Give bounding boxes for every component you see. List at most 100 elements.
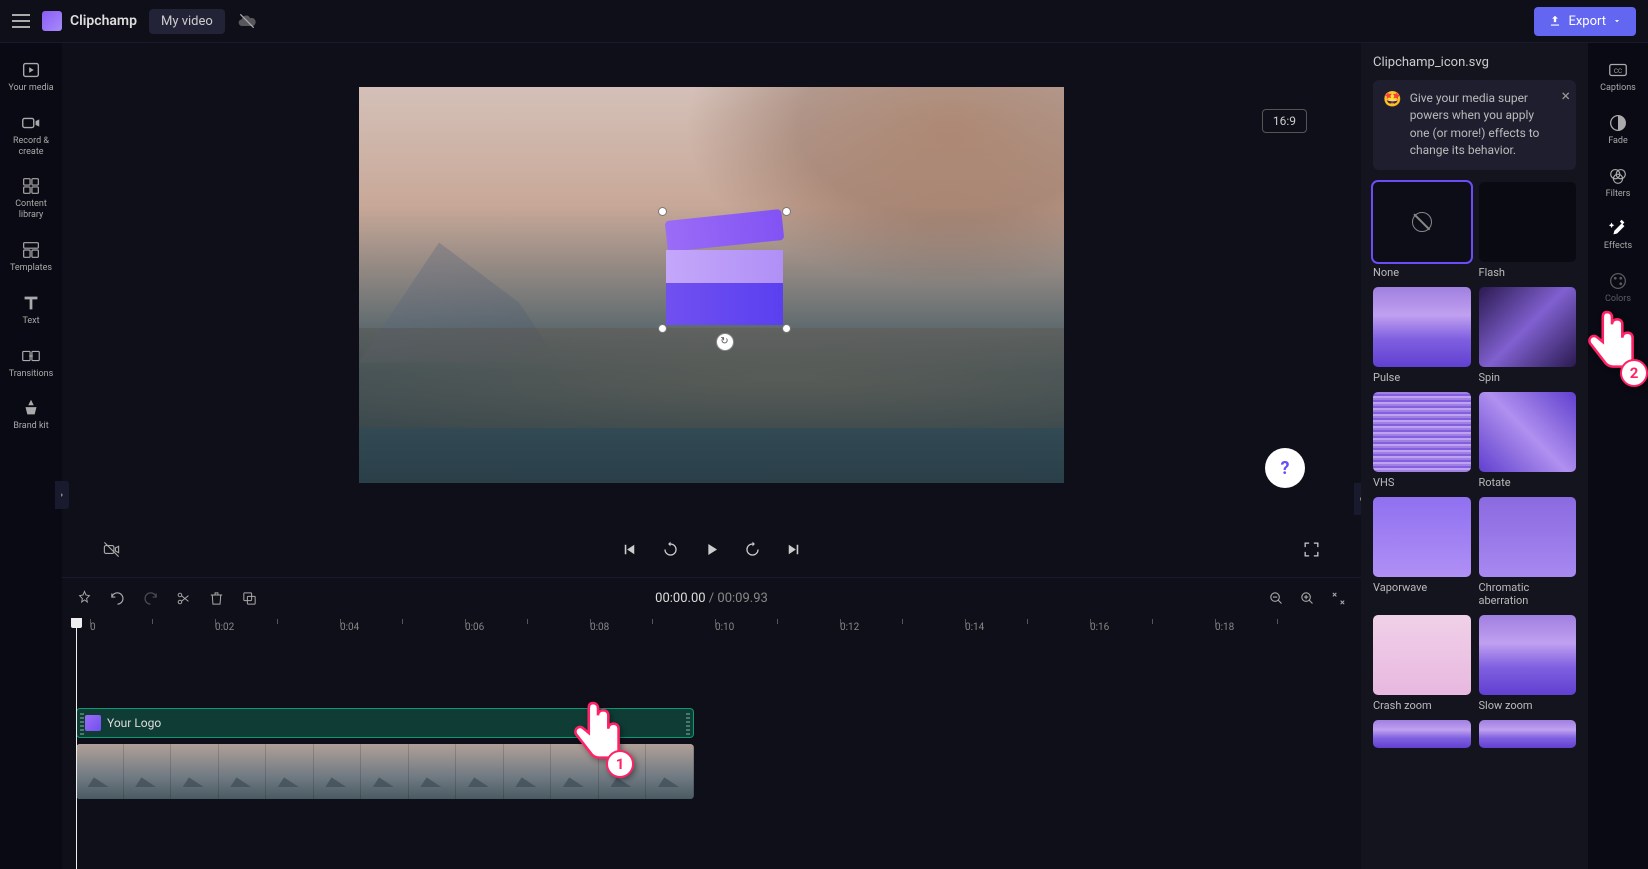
svg-text:CC: CC [1614, 67, 1622, 75]
timeline-toolbar: 00:00.00 / 00:09.93 [62, 578, 1361, 618]
tip-emoji-icon: 🤩 [1383, 90, 1402, 160]
preview-area: 16:9 [62, 43, 1361, 526]
ruler-tick: 0:06 [465, 622, 484, 633]
effect-label: None [1373, 266, 1471, 279]
delete-icon[interactable] [208, 590, 225, 607]
nav-templates[interactable]: Templates [0, 233, 62, 280]
video-name-field[interactable]: My video [149, 9, 225, 34]
effect-thumb [1479, 392, 1577, 472]
zoom-fit-icon[interactable] [1330, 590, 1347, 607]
selected-file-name: Clipchamp_icon.svg [1373, 55, 1576, 70]
effect-thumb [1373, 615, 1471, 695]
close-tip-button[interactable]: × [1561, 86, 1570, 105]
nav-text[interactable]: Text [0, 286, 62, 333]
nav-your-media[interactable]: Your media [0, 53, 62, 100]
ruler-tick: 0:04 [340, 622, 359, 633]
timecode: 00:00.00 / 00:09.93 [655, 591, 768, 606]
aspect-ratio-badge[interactable]: 16:9 [1262, 109, 1307, 133]
selection-handles[interactable] [662, 211, 787, 329]
effect-thumb [1373, 392, 1471, 472]
forward-button[interactable] [743, 540, 762, 559]
effect-chromatic-aberration[interactable]: Chromatic aberration [1479, 497, 1577, 607]
effects-grid: None Flash Pulse Spin VHS Rotate Vaporwave Chro… [1373, 182, 1576, 752]
effect-none[interactable]: None [1373, 182, 1471, 279]
nav-transitions[interactable]: Transitions [0, 339, 62, 386]
effect-label: Pulse [1373, 371, 1471, 384]
ruler-tick: 0:02 [215, 622, 234, 633]
effect-label: Flash [1479, 266, 1577, 279]
rtab-filters[interactable]: Filters [1588, 159, 1648, 206]
fullscreen-icon[interactable] [1302, 540, 1321, 559]
export-label: Export [1568, 14, 1606, 29]
zoom-in-icon[interactable] [1299, 590, 1316, 607]
effect-more[interactable] [1373, 720, 1471, 752]
effect-pulse[interactable]: Pulse [1373, 287, 1471, 384]
effect-thumb [1373, 497, 1471, 577]
prev-button[interactable] [620, 540, 639, 559]
effect-crash-zoom[interactable]: Crash zoom [1373, 615, 1471, 712]
ruler-tick: 0:10 [715, 622, 734, 633]
tracks-area[interactable]: 00:020:040:060:080:100:120:140:160:18 Yo… [62, 618, 1361, 869]
split-icon[interactable] [175, 590, 192, 607]
effect-rotate[interactable]: Rotate [1479, 392, 1577, 489]
menu-icon[interactable] [12, 14, 30, 28]
effect-label: Spin [1479, 371, 1577, 384]
top-bar: Clipchamp My video Export [0, 0, 1648, 43]
effect-thumb [1479, 497, 1577, 577]
nav-record-create[interactable]: Record & create [0, 106, 62, 164]
effect-more[interactable] [1479, 720, 1577, 752]
effect-thumb [1479, 287, 1577, 367]
logo-icon [42, 11, 62, 31]
effect-thumb [1373, 287, 1471, 367]
ruler-tick: 0:18 [1215, 622, 1234, 633]
effect-label: Rotate [1479, 476, 1577, 489]
undo-icon[interactable] [109, 590, 126, 607]
help-button[interactable]: ? [1265, 448, 1305, 488]
next-button[interactable] [784, 540, 803, 559]
clip-logo-icon [85, 715, 101, 731]
upload-icon [1548, 14, 1562, 28]
ruler-tick: 0:12 [840, 622, 859, 633]
rewind-button[interactable] [661, 540, 680, 559]
rtab-captions[interactable]: CCCaptions [1588, 53, 1648, 100]
rtab-colors[interactable]: Colors [1588, 264, 1648, 311]
play-button[interactable] [702, 540, 721, 559]
ruler-tick: 0 [90, 622, 96, 633]
auto-icon[interactable] [76, 590, 93, 607]
time-ruler[interactable]: 00:020:040:060:080:100:120:140:160:18 [90, 622, 1347, 648]
transport-controls [62, 526, 1361, 577]
rtab-effects[interactable]: Effects [1588, 211, 1648, 258]
zoom-out-icon[interactable] [1268, 590, 1285, 607]
tip-callout: 🤩 Give your media super powers when you … [1373, 80, 1576, 170]
duplicate-icon[interactable] [241, 590, 258, 607]
brand-name: Clipchamp [70, 13, 137, 29]
sync-off-icon[interactable] [237, 11, 257, 31]
rotate-handle[interactable]: ↻ [716, 333, 734, 351]
effect-label: Chromatic aberration [1479, 581, 1577, 607]
app-logo[interactable]: Clipchamp [42, 11, 137, 31]
rtab-fade[interactable]: Fade [1588, 106, 1648, 153]
camera-off-icon[interactable] [102, 540, 121, 559]
timeline: 00:00.00 / 00:09.93 0 0:02 0:04 0:06 0:08 0:1… [62, 577, 1361, 869]
nav-brand-kit[interactable]: Brand kit [0, 391, 62, 438]
effect-label: Slow zoom [1479, 699, 1577, 712]
right-rail: CCCaptions Fade Filters Effects Colors 2 [1588, 43, 1648, 869]
effect-vaporwave[interactable]: Vaporwave [1373, 497, 1471, 607]
effect-label: VHS [1373, 476, 1471, 489]
preview-canvas[interactable]: ↻ [359, 87, 1064, 483]
effect-vhs[interactable]: VHS [1373, 392, 1471, 489]
effect-label: Crash zoom [1373, 699, 1471, 712]
tutorial-pointer-2: 2 [1580, 309, 1642, 381]
effect-thumb [1479, 182, 1577, 262]
export-button[interactable]: Export [1534, 7, 1636, 36]
selected-element[interactable]: ↻ [666, 215, 783, 325]
playhead[interactable] [76, 618, 77, 869]
nav-content-library[interactable]: Content library [0, 169, 62, 227]
ruler-tick: 0:16 [1090, 622, 1109, 633]
decor-grass [359, 328, 1064, 428]
redo-icon[interactable] [142, 590, 159, 607]
effect-slow-zoom[interactable]: Slow zoom [1479, 615, 1577, 712]
effect-flash[interactable]: Flash [1479, 182, 1577, 279]
ruler-tick: 0:08 [590, 622, 609, 633]
effect-spin[interactable]: Spin [1479, 287, 1577, 384]
